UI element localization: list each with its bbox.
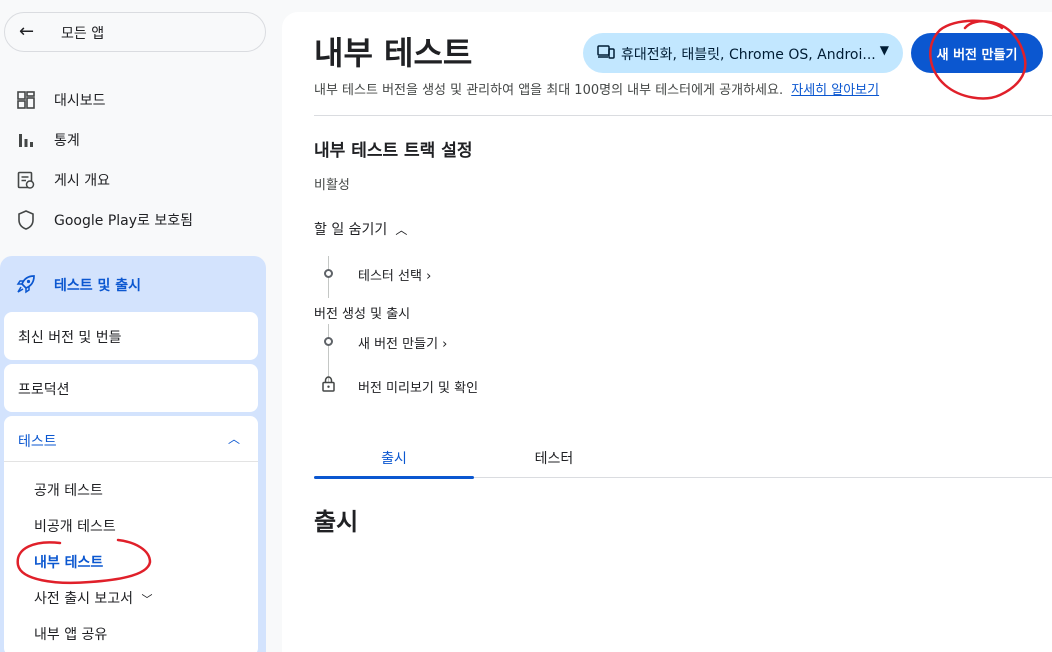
- main-content: 내부 테스트 휴대전화, 태블릿, Chrome OS, Androi... ▼…: [282, 12, 1052, 652]
- learn-more-link[interactable]: 자세히 알아보기: [791, 83, 879, 98]
- shield-icon: [16, 210, 36, 230]
- device-selector-label: 휴대전화, 태블릿, Chrome OS, Androi...: [621, 47, 876, 63]
- sidebar-item-testing[interactable]: 테스트 ︿: [4, 416, 258, 462]
- section-label: 테스트 및 출시: [54, 278, 142, 294]
- step-dot: [324, 337, 333, 346]
- create-release-step[interactable]: 새 버전 만들기 ›: [358, 333, 447, 352]
- sidebar-item-label: 통계: [54, 133, 80, 149]
- chevron-up-icon: ︿: [227, 432, 240, 446]
- releases-section-title: 출시: [314, 508, 359, 536]
- tab-releases[interactable]: 출시: [314, 448, 474, 468]
- sidebar-item-publishing-overview[interactable]: 게시 개요: [0, 160, 266, 200]
- sidebar-item-label: 프로덕션: [18, 382, 70, 398]
- sidebar-item-dashboard[interactable]: 대시보드: [0, 80, 266, 120]
- sidebar-item-latest-releases[interactable]: 최신 버전 및 번들: [4, 312, 258, 360]
- dropdown-arrow-icon: ▼: [879, 43, 889, 57]
- tab-label: 테스터: [534, 451, 574, 467]
- sidebar-item-open-testing[interactable]: 공개 테스트: [34, 480, 103, 500]
- page-title: 내부 테스트: [314, 34, 473, 72]
- tab-testers[interactable]: 테스터: [474, 448, 634, 468]
- sidebar-item-label: 대시보드: [54, 93, 106, 109]
- hide-tasks-toggle[interactable]: 할 일 숨기기 ︿: [314, 219, 407, 239]
- create-release-button[interactable]: 새 버전 만들기: [911, 33, 1043, 73]
- step-dot: [324, 269, 333, 278]
- active-tab-indicator: [314, 476, 474, 479]
- sidebar-item-production[interactable]: 프로덕션: [4, 364, 258, 412]
- sidebar-item-pre-launch-report[interactable]: 사전 출시 보고서 ﹀: [34, 588, 153, 608]
- tab-bar: 출시 테스터: [314, 442, 1052, 479]
- sidebar: ← 모든 앱 대시보드 통계 게시 개요 Google Play로 보호됨 테스…: [0, 0, 270, 652]
- hide-tasks-label: 할 일 숨기기: [314, 222, 388, 238]
- step-connector: [328, 324, 329, 384]
- lock-icon: [322, 376, 335, 396]
- divider: [314, 115, 1052, 116]
- status-text: 비활성: [314, 178, 350, 193]
- sidebar-item-statistics[interactable]: 통계: [0, 120, 266, 160]
- chevron-down-icon: ﹀: [141, 593, 153, 606]
- chevron-up-icon: ︿: [395, 223, 408, 237]
- rocket-icon: [16, 274, 36, 298]
- sidebar-item-testing-and-release[interactable]: 테스트 및 출시: [0, 264, 266, 304]
- sidebar-item-label: 테스트: [18, 434, 57, 450]
- description-text: 내부 테스트 버전을 생성 및 관리하여 앱을 최대 100명의 내부 테스터에…: [314, 83, 784, 98]
- devices-icon: [597, 44, 615, 64]
- sidebar-item-internal-app-sharing[interactable]: 내부 앱 공유: [34, 624, 107, 644]
- all-apps-back-button[interactable]: ← 모든 앱: [4, 12, 266, 52]
- preview-release-step: 버전 미리보기 및 확인: [358, 381, 479, 396]
- back-button-label: 모든 앱: [61, 26, 105, 42]
- page-description: 내부 테스트 버전을 생성 및 관리하여 앱을 최대 100명의 내부 테스터에…: [314, 79, 879, 98]
- dashboard-icon: [16, 90, 36, 110]
- step-group-label: 버전 생성 및 출시: [314, 307, 411, 322]
- bar-chart-icon: [16, 130, 36, 150]
- select-testers-step[interactable]: 테스터 선택 ›: [358, 265, 431, 284]
- sidebar-item-label: 최신 버전 및 번들: [18, 330, 122, 346]
- sidebar-item-internal-testing[interactable]: 내부 테스트: [34, 552, 103, 572]
- sidebar-item-label: 게시 개요: [54, 173, 110, 189]
- sidebar-item-closed-testing[interactable]: 비공개 테스트: [34, 516, 116, 536]
- sidebar-item-play-protect[interactable]: Google Play로 보호됨: [0, 200, 266, 240]
- sidebar-item-label: Google Play로 보호됨: [54, 213, 193, 229]
- tab-label: 출시: [381, 451, 407, 467]
- track-settings-heading: 내부 테스트 트랙 설정: [314, 141, 473, 161]
- publishing-overview-icon: [16, 170, 36, 190]
- sidebar-item-label: 사전 출시 보고서: [34, 591, 134, 607]
- device-selector[interactable]: 휴대전화, 태블릿, Chrome OS, Androi... ▼: [583, 33, 903, 73]
- back-arrow-icon: ←: [19, 21, 35, 42]
